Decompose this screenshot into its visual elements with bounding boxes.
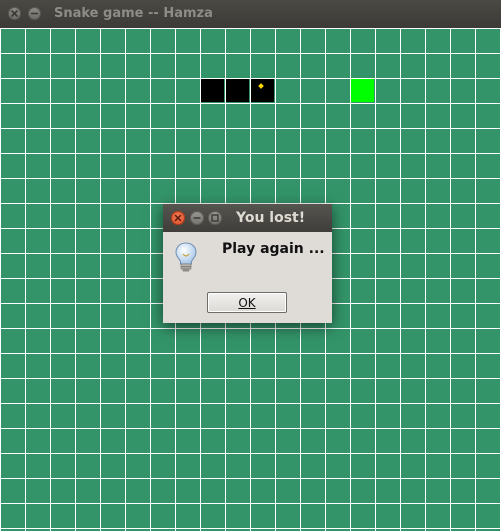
- dialog-message: Play again ...: [222, 241, 325, 257]
- ok-button[interactable]: OK: [207, 292, 287, 313]
- snake-body-segment: [201, 79, 224, 102]
- ok-button-label: OK: [238, 295, 256, 310]
- window-title: Snake game -- Hamza: [54, 6, 213, 21]
- dialog-titlebar: You lost!: [163, 204, 332, 232]
- snake-eye: [258, 83, 264, 89]
- window-close-button[interactable]: [8, 7, 21, 20]
- snake-head: [251, 79, 274, 102]
- dialog-maximize-button[interactable]: [208, 211, 222, 225]
- minimize-icon: [30, 12, 39, 15]
- dialog-close-button[interactable]: [171, 211, 185, 225]
- dialog-title: You lost!: [236, 210, 306, 226]
- close-icon: [11, 10, 18, 17]
- minimize-icon: [193, 217, 201, 219]
- window-minimize-button[interactable]: [28, 7, 41, 20]
- snake-body-segment: [226, 79, 249, 102]
- dialog-minimize-button[interactable]: [190, 211, 204, 225]
- window-titlebar: Snake game -- Hamza: [0, 0, 501, 28]
- close-icon: [174, 214, 182, 222]
- food-apple: [351, 79, 374, 102]
- lightbulb-icon: [175, 242, 197, 272]
- maximize-icon: [211, 214, 219, 222]
- game-over-dialog: You lost! Play again ... OK: [163, 204, 332, 323]
